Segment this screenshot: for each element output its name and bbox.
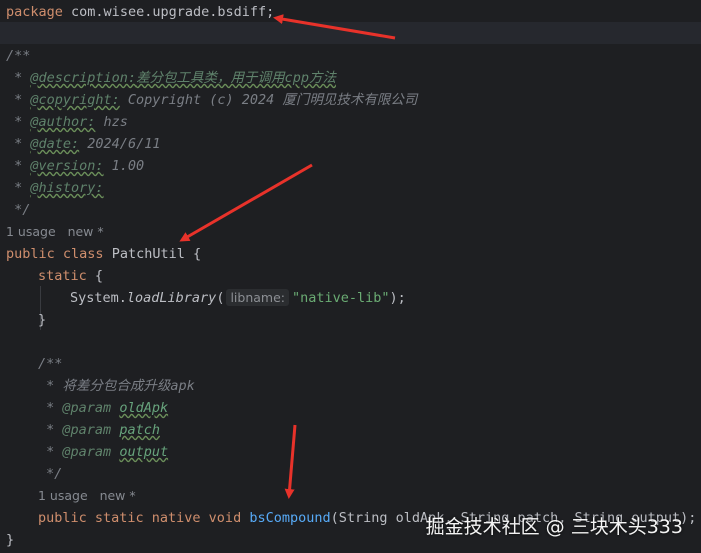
system-ref: System. (70, 290, 127, 306)
keyword-class: class (62, 246, 104, 262)
doc-date-line: * @date: 2024/6/11 (6, 136, 161, 152)
param-tag: @param (62, 444, 112, 460)
author-text: hzs (95, 114, 128, 130)
keyword-package: package (6, 4, 63, 20)
method-name: bsCompound (249, 510, 331, 526)
class-close-brace: } (6, 532, 15, 548)
load-library-line[interactable]: System.loadLibrary(libname: "native-lib")… (70, 287, 406, 309)
load-library-call: loadLibrary (126, 290, 217, 306)
copyright-text: Copyright (c) 2024 厦门明见技术有限公司 (119, 92, 418, 108)
keyword-public: public (6, 246, 55, 262)
method-doc-param-old: * @param oldApk (38, 400, 169, 416)
package-line[interactable]: package com.wisee.upgrade.bsdiff; (6, 1, 274, 23)
class-declaration[interactable]: public class PatchUtil { (6, 243, 201, 265)
doc-version-line: * @version: 1.00 (6, 158, 145, 174)
param-old-apk: oldApk (119, 400, 169, 416)
doc-description-line: * @description:差分包工具类，用于调用cpp方法 (6, 70, 336, 86)
parameter-hint-libname: libname: (226, 289, 289, 306)
code-editor[interactable]: package com.wisee.upgrade.bsdiff; /** * … (0, 0, 701, 553)
static-block-close: } (38, 312, 47, 328)
param-patch: patch (119, 422, 160, 438)
doc-comment-close: */ (6, 202, 31, 218)
keyword-static: static (38, 268, 87, 284)
description-tag: @description: (30, 70, 137, 86)
method-doc-open: /** (38, 356, 63, 372)
author-tag: @author: (30, 114, 96, 130)
description-text: 差分包工具类，用于调用cpp方法 (136, 70, 336, 86)
date-text: 2024/6/11 (79, 136, 161, 152)
param-tag: @param (62, 400, 112, 416)
doc-history-line: * @history: (6, 180, 104, 196)
copyright-tag: @copyright: (30, 92, 120, 108)
method-doc-close: */ (46, 466, 63, 482)
version-tag: @version: (30, 158, 104, 174)
class-name: PatchUtil (111, 246, 185, 262)
history-tag: @history: (30, 180, 104, 196)
method-modifiers: public static native void (38, 510, 242, 526)
param-output: output (119, 444, 169, 460)
method-doc-param-output: * @param output (38, 444, 169, 460)
param-tag: @param (62, 422, 112, 438)
doc-copyright-line: * @copyright: Copyright (c) 2024 厦门明见技术有… (6, 92, 418, 108)
watermark: 掘金技术社区 @ 三块木头333 (425, 516, 683, 538)
doc-author-line: * @author: hzs (6, 114, 128, 130)
doc-comment-open: /** (6, 48, 31, 64)
method-doc-param-patch: * @param patch (38, 422, 160, 438)
static-block-line[interactable]: static { (38, 265, 103, 287)
usage-hint-method[interactable]: 1 usage new * (38, 485, 136, 507)
current-line-highlight (0, 22, 701, 44)
package-name: com.wisee.upgrade.bsdiff; (71, 4, 275, 20)
method-doc-description: * 将差分包合成升级apk (38, 378, 195, 394)
date-tag: @date: (30, 136, 80, 152)
version-text: 1.00 (103, 158, 145, 174)
usage-hint-class[interactable]: 1 usage new * (6, 221, 104, 243)
library-string: "native-lib" (292, 290, 390, 306)
